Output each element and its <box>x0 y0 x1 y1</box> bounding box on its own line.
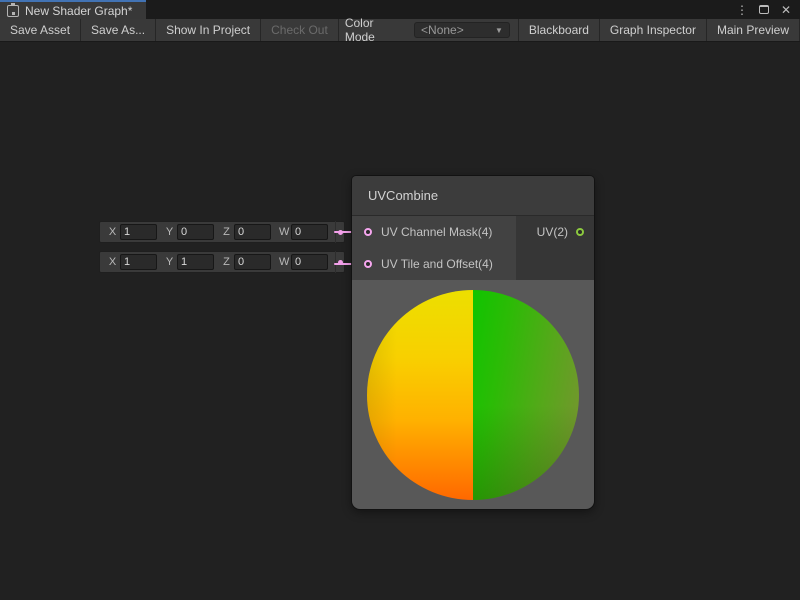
graph-canvas[interactable]: X Y Z W X Y Z W <box>0 42 800 599</box>
vector-field-w: W <box>279 254 328 270</box>
vector-field-x: X <box>108 254 157 270</box>
vector-field-w: W <box>279 224 328 240</box>
node-preview <box>352 280 594 509</box>
output-port-uv: UV(2) <box>516 216 594 248</box>
vector-field-z: Z <box>222 224 271 240</box>
node-header[interactable]: UVCombine <box>352 176 594 216</box>
maximize-box-glyph <box>759 5 769 14</box>
field-label-x: X <box>108 256 117 268</box>
vector-output-connector[interactable] <box>335 251 344 273</box>
output-port-icon[interactable] <box>576 228 584 236</box>
sphere-right-half <box>473 290 579 500</box>
field-label-y: Y <box>165 226 174 238</box>
vector-field-y: Y <box>165 254 214 270</box>
uv-preview-sphere <box>367 290 579 500</box>
output-port-label: UV(2) <box>537 225 568 239</box>
field-label-y: Y <box>165 256 174 268</box>
graph-inspector-toggle-button[interactable]: Graph Inspector <box>600 19 707 41</box>
shader-graph-toolbar: Save Asset Save As... Show In Project Ch… <box>0 19 800 42</box>
check-out-button: Check Out <box>261 19 339 41</box>
field-label-w: W <box>279 256 288 268</box>
vector-value-input[interactable] <box>234 224 271 240</box>
vector-value-input[interactable] <box>177 254 214 270</box>
tab-title: New Shader Graph* <box>25 4 132 18</box>
vector-field-x: X <box>108 224 157 240</box>
main-preview-toggle-button[interactable]: Main Preview <box>707 19 800 41</box>
maximize-icon[interactable] <box>757 2 771 18</box>
vector-value-input[interactable] <box>120 254 157 270</box>
vector-value-input[interactable] <box>120 224 157 240</box>
blackboard-toggle-button[interactable]: Blackboard <box>518 19 600 41</box>
field-label-z: Z <box>222 256 231 268</box>
input-port-label: UV Channel Mask(4) <box>381 225 492 239</box>
vector-value-input[interactable] <box>234 254 271 270</box>
vector-field-z: Z <box>222 254 271 270</box>
uvcombine-node[interactable]: UVCombine UV Channel Mask(4) UV Tile and… <box>352 176 594 509</box>
vector-value-input[interactable] <box>291 224 328 240</box>
input-port-uv-tile-offset: UV Tile and Offset(4) <box>352 248 516 280</box>
vector-value-input[interactable] <box>291 254 328 270</box>
field-label-x: X <box>108 226 117 238</box>
color-mode-value: <None> <box>421 23 464 37</box>
field-label-w: W <box>279 226 288 238</box>
vector4-input-row: X Y Z W <box>99 221 345 243</box>
input-port-label: UV Tile and Offset(4) <box>381 257 493 271</box>
vector-field-y: Y <box>165 224 214 240</box>
sphere-left-half <box>367 290 473 500</box>
node-output-ports: UV(2) <box>516 216 594 280</box>
color-mode-label: Color Mode <box>339 19 414 41</box>
shader-graph-icon <box>7 5 19 17</box>
window-controls: ⋮ ✕ <box>735 0 800 19</box>
node-title: UVCombine <box>368 188 438 203</box>
save-as-button[interactable]: Save As... <box>81 19 156 41</box>
field-label-z: Z <box>222 226 231 238</box>
close-icon[interactable]: ✕ <box>779 2 793 18</box>
vector-value-input[interactable] <box>177 224 214 240</box>
input-port-icon[interactable] <box>364 228 372 236</box>
vector4-input-row: X Y Z W <box>99 251 345 273</box>
chevron-down-icon: ▼ <box>495 26 503 35</box>
input-port-icon[interactable] <box>364 260 372 268</box>
kebab-menu-icon[interactable]: ⋮ <box>735 2 749 18</box>
save-asset-button[interactable]: Save Asset <box>0 19 81 41</box>
color-mode-dropdown[interactable]: <None> ▼ <box>414 22 510 38</box>
tab-new-shader-graph[interactable]: New Shader Graph* <box>0 0 146 19</box>
input-port-uv-channel-mask: UV Channel Mask(4) <box>352 216 516 248</box>
node-body: UV Channel Mask(4) UV Tile and Offset(4)… <box>352 216 594 280</box>
show-in-project-button[interactable]: Show In Project <box>156 19 261 41</box>
node-input-ports: UV Channel Mask(4) UV Tile and Offset(4) <box>352 216 516 280</box>
